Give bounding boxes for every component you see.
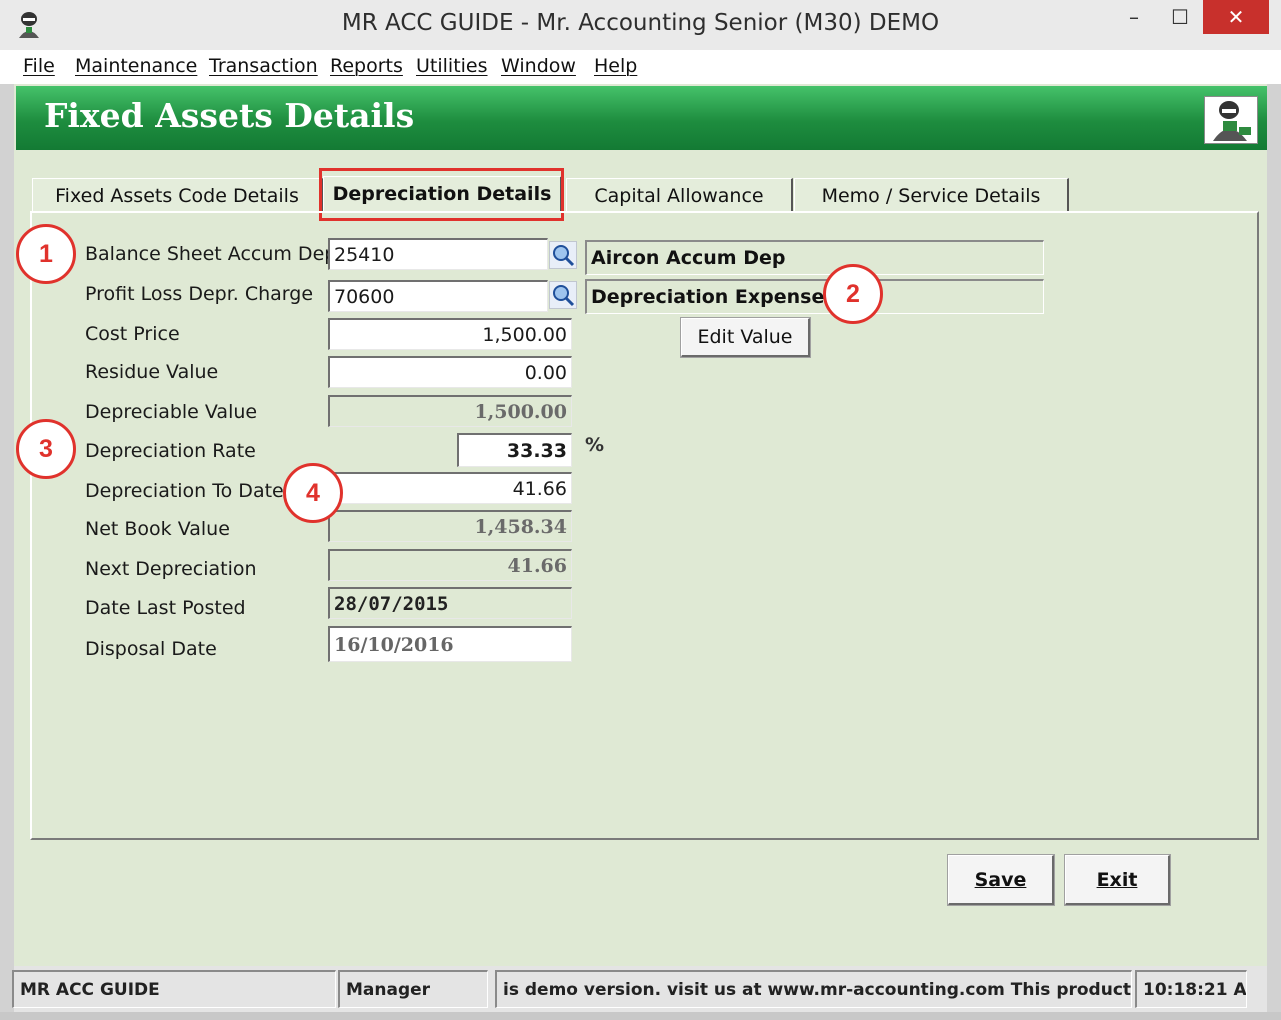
- mascot-icon: [1204, 96, 1258, 144]
- tab-capital-allowance[interactable]: Capital Allowance: [566, 178, 793, 213]
- status-message: is demo version. visit us at www.mr-acco…: [495, 970, 1132, 1008]
- percent-unit: %: [585, 434, 605, 456]
- menu-maintenance[interactable]: Maintenance: [75, 55, 197, 77]
- profit-loss-depr-charge-input[interactable]: 70600: [328, 280, 548, 312]
- depreciable-value-field: 1,500.00: [328, 395, 572, 427]
- menu-file[interactable]: File: [23, 55, 55, 77]
- menu-help[interactable]: Help: [594, 55, 637, 77]
- label-balance-sheet-accum-depr: Balance Sheet Accum Depr: [85, 243, 345, 265]
- callout-1: 1: [16, 224, 76, 284]
- edit-value-button[interactable]: Edit Value: [680, 317, 811, 358]
- callout-3: 3: [16, 419, 76, 479]
- balance-sheet-accum-depr-input[interactable]: 25410: [328, 238, 548, 270]
- callout-4: 4: [283, 463, 343, 523]
- disposal-date-input[interactable]: 16/10/2016: [328, 626, 572, 662]
- label-cost-price: Cost Price: [85, 323, 180, 345]
- minimize-icon: –: [1129, 5, 1139, 29]
- label-net-book-value: Net Book Value: [85, 518, 230, 540]
- label-depreciation-to-date: Depreciation To Date: [85, 480, 284, 502]
- close-icon: ✕: [1227, 5, 1245, 29]
- balance-sheet-lookup-button[interactable]: [549, 241, 577, 269]
- tab-fixed-assets-code-details[interactable]: Fixed Assets Code Details: [32, 178, 323, 213]
- menu-reports[interactable]: Reports: [330, 55, 403, 77]
- label-date-last-posted: Date Last Posted: [85, 597, 246, 619]
- next-depreciation-field: 41.66: [328, 549, 572, 581]
- label-next-depreciation: Next Depreciation: [85, 558, 257, 580]
- magnifier-icon: [553, 245, 575, 267]
- menu-transaction[interactable]: Transaction: [209, 55, 318, 77]
- residue-value-input[interactable]: 0.00: [328, 356, 572, 388]
- cost-price-input[interactable]: 1,500.00: [328, 318, 572, 350]
- label-profit-loss-depr-charge: Profit Loss Depr. Charge: [85, 283, 314, 305]
- label-residue-value: Residue Value: [85, 361, 219, 383]
- status-user: Manager: [338, 970, 488, 1008]
- resize-grip[interactable]: [1249, 970, 1267, 1008]
- maximize-icon: ☐: [1171, 5, 1189, 29]
- status-company: MR ACC GUIDE: [12, 970, 336, 1008]
- close-button[interactable]: ✕: [1203, 0, 1269, 34]
- exit-button[interactable]: Exit: [1064, 854, 1171, 906]
- tab-memo-service-details[interactable]: Memo / Service Details: [794, 178, 1069, 213]
- menu-bar: File Maintenance Transaction Reports Uti…: [12, 50, 1269, 85]
- callout-2: 2: [823, 264, 883, 324]
- label-depreciation-rate: Depreciation Rate: [85, 440, 256, 462]
- magnifier-icon: [553, 285, 575, 307]
- balance-sheet-account-description: Aircon Accum Dep: [585, 240, 1044, 275]
- net-book-value-field: 1,458.34: [328, 510, 572, 542]
- depreciation-to-date-input[interactable]: 41.66: [328, 472, 572, 504]
- label-disposal-date: Disposal Date: [85, 638, 217, 660]
- profit-loss-account-description: Depreciation Expenses: [585, 279, 1044, 314]
- save-button[interactable]: Save: [947, 854, 1055, 906]
- page-title: Fixed Assets Details: [44, 96, 415, 135]
- menu-utilities[interactable]: Utilities: [416, 55, 488, 77]
- minimize-button[interactable]: –: [1111, 0, 1157, 34]
- bottom-edge: [0, 1012, 1281, 1020]
- window-title: MR ACC GUIDE - Mr. Accounting Senior (M3…: [341, 10, 940, 36]
- menu-window[interactable]: Window: [501, 55, 576, 77]
- status-time: 10:18:21 AM: [1135, 970, 1247, 1008]
- label-depreciable-value: Depreciable Value: [85, 401, 258, 423]
- profit-loss-lookup-button[interactable]: [549, 281, 577, 309]
- depreciation-rate-input[interactable]: 33.33: [457, 433, 572, 467]
- maximize-button[interactable]: ☐: [1157, 0, 1203, 34]
- date-last-posted-field: 28/07/2015: [328, 587, 572, 619]
